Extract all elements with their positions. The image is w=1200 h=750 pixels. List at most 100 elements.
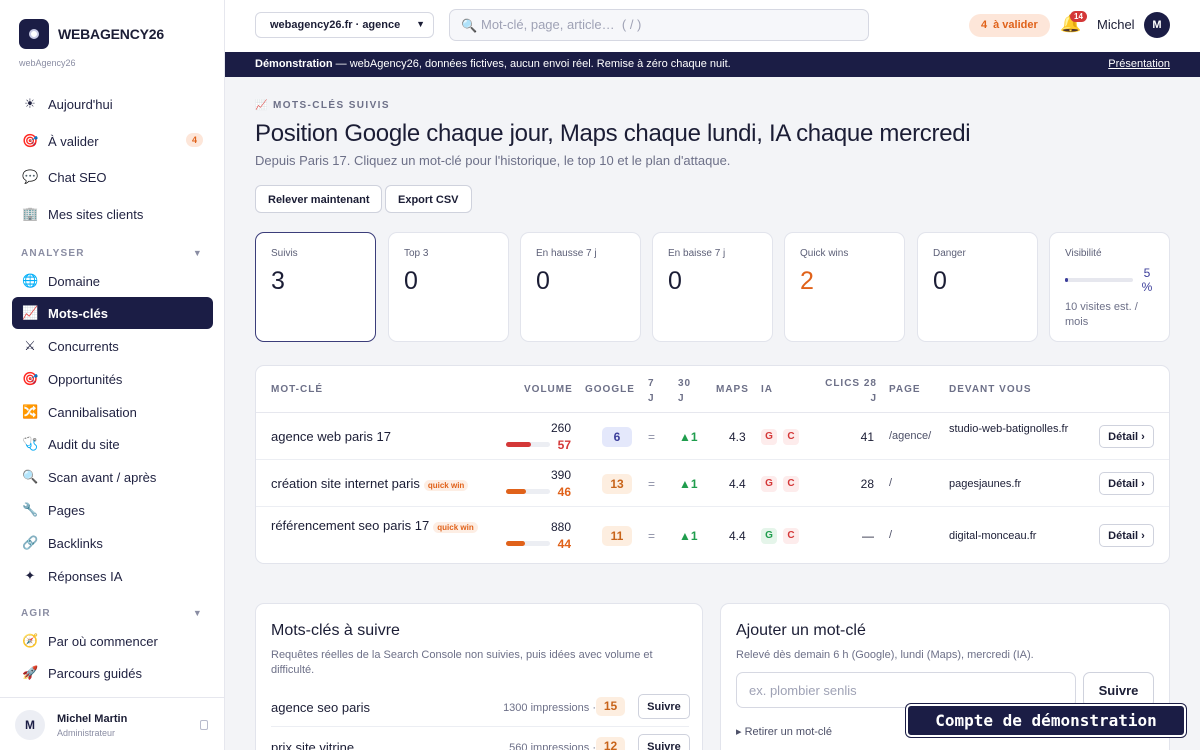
- suggestion-position: 12: [596, 737, 625, 750]
- kpi-card[interactable]: En hausse 7 j 0: [520, 232, 641, 342]
- chart-up-icon: 📈: [22, 305, 39, 320]
- demo-banner: Démonstration — webAgency26, données fic…: [225, 52, 1200, 77]
- remove-keyword-toggle[interactable]: ▸ Retirer un mot-clé: [736, 725, 832, 738]
- search-box[interactable]: 🔍: [449, 9, 869, 41]
- detail-button[interactable]: Détail ›: [1099, 424, 1154, 448]
- avatar: M: [15, 710, 45, 740]
- sidebar-item[interactable]: 🔍 Scan avant / après: [12, 461, 213, 493]
- col-7d[interactable]: 7 J: [648, 376, 660, 406]
- col-clicks[interactable]: CLICS 28 J: [821, 376, 877, 406]
- kpi-label: Danger: [933, 248, 966, 259]
- sidebar-item[interactable]: 🩺 Audit du site: [12, 428, 213, 460]
- sidebar-item[interactable]: 🎯 Opportunités: [12, 363, 213, 395]
- kpi-label: Visibilité: [1065, 248, 1102, 259]
- col-page[interactable]: PAGE: [889, 382, 921, 397]
- table-row[interactable]: référencement seo paris 17 quick win 880 44…: [256, 507, 1169, 564]
- col-30d[interactable]: 30 J: [678, 376, 694, 406]
- google-position: 13: [602, 473, 632, 494]
- chat-icon: 💬: [22, 169, 39, 184]
- page-path[interactable]: /: [889, 477, 892, 489]
- kpi-card[interactable]: Top 3 0: [388, 232, 509, 342]
- export-csv-button[interactable]: Export CSV: [385, 185, 472, 213]
- page-subtitle: Depuis Paris 17. Cliquez un mot-clé pour…: [255, 153, 731, 168]
- detail-button[interactable]: Détail ›: [1099, 471, 1154, 495]
- search-icon: 🔍: [461, 18, 478, 33]
- col-ia[interactable]: IA: [761, 382, 773, 397]
- site-select[interactable]: webagency26.fr · agence ▼: [255, 12, 434, 38]
- add-keyword-button[interactable]: Suivre: [1083, 672, 1154, 708]
- keyword-text: agence web paris 17: [271, 428, 391, 444]
- sidebar-item[interactable]: ✦ Réponses IA: [12, 560, 213, 592]
- presentation-link[interactable]: Présentation: [1108, 58, 1170, 70]
- col-maps[interactable]: MAPS: [716, 382, 749, 397]
- sidebar-item[interactable]: 📈 Mots-clés: [12, 297, 213, 329]
- section-agir[interactable]: AGIR ▼: [21, 608, 203, 619]
- keyword-cell[interactable]: référencement seo paris 17 quick win: [271, 516, 486, 538]
- demo-banner-bold: Démonstration: [255, 58, 333, 70]
- topbar: webagency26.fr · agence ▼ 🔍 4à valider 🔔…: [225, 0, 1200, 52]
- logout-icon[interactable]: [200, 720, 208, 730]
- sidebar-item[interactable]: 🔧 Pages: [12, 494, 213, 526]
- kpi-label: En baisse 7 j: [668, 248, 726, 259]
- col-keyword[interactable]: MOT-CLÉ: [271, 382, 323, 397]
- section-analyser[interactable]: ANALYSER ▼: [21, 248, 203, 259]
- detail-button[interactable]: Détail ›: [1099, 523, 1154, 547]
- follow-button[interactable]: Suivre: [638, 694, 690, 719]
- sidebar: WEBAGENCY26 webAgency26 ☀ Aujourd'hui 🎯 À v…: [0, 0, 225, 750]
- col-ahead[interactable]: DEVANT VOUS: [949, 382, 1032, 397]
- sidebar-item[interactable]: ⚔ Concurrents: [12, 330, 213, 362]
- top-user-name[interactable]: Michel: [1097, 17, 1135, 32]
- sidebar-item-label: Domaine: [48, 273, 101, 289]
- page-path[interactable]: /: [889, 529, 892, 541]
- kpi-value: 0: [404, 267, 418, 295]
- page-title: Position Google chaque jour, Maps chaque…: [255, 120, 971, 147]
- keyword-cell[interactable]: agence web paris 17: [271, 429, 391, 444]
- sidebar-item-label: Mots-clés: [48, 305, 108, 321]
- globe-icon: 🌐: [22, 273, 39, 288]
- link-icon: 🔗: [22, 535, 39, 550]
- kpi-visibility[interactable]: Visibilité 5 % 10 visites est. / mois: [1049, 232, 1170, 342]
- refresh-button[interactable]: Relever maintenant: [255, 185, 383, 213]
- kpi-card[interactable]: Quick wins 2: [784, 232, 905, 342]
- sidebar-item[interactable]: ☀ Aujourd'hui: [12, 88, 213, 120]
- sidebar-item[interactable]: 🔗 Backlinks: [12, 527, 213, 559]
- table-row[interactable]: création site internet paris quick win 390…: [256, 460, 1169, 507]
- suggestion-row: prix site vitrine 560 impressions · 12 Suiv…: [271, 730, 690, 750]
- to-validate-label: à valider: [993, 19, 1038, 31]
- to-validate-button[interactable]: 4 à valider: [969, 14, 1050, 37]
- visibility-note: 10 visites est. / mois: [1065, 301, 1138, 328]
- sidebar-item-label: Scan avant / après: [48, 469, 157, 485]
- suggestion-position: 15: [596, 697, 625, 716]
- sidebar-item[interactable]: 🎯 À valider 4: [12, 125, 213, 157]
- brand[interactable]: WEBAGENCY26: [19, 19, 164, 49]
- clicks-value: 41: [860, 429, 874, 444]
- sidebar-item[interactable]: 🧭 Par où commencer: [12, 625, 213, 657]
- add-keyword-input[interactable]: [736, 672, 1076, 708]
- kpi-card[interactable]: En baisse 7 j 0: [652, 232, 773, 342]
- col-google[interactable]: GOOGLE: [585, 382, 635, 397]
- suggestion-impressions: 1300 impressions ·: [503, 702, 596, 714]
- col-volume[interactable]: VOLUME: [524, 382, 573, 397]
- sidebar-item[interactable]: 🔀 Cannibalisation: [12, 396, 213, 428]
- suggestion-keyword: agence seo paris: [271, 700, 371, 715]
- row-divider: [271, 726, 689, 727]
- keyword-cell[interactable]: création site internet paris quick win: [271, 476, 469, 491]
- sidebar-item[interactable]: 🚀 Parcours guidés: [12, 657, 213, 689]
- search-input[interactable]: [481, 17, 851, 32]
- sidebar-item-label: Cannibalisation: [48, 404, 137, 420]
- sidebar-item[interactable]: 🌐 Domaine: [12, 265, 213, 297]
- add-keyword-desc: Relevé dès demain 6 h (Google), lundi (M…: [736, 649, 1034, 661]
- shuffle-icon: 🔀: [22, 404, 39, 419]
- kpi-card[interactable]: Danger 0: [917, 232, 1038, 342]
- sidebar-item[interactable]: 🏢 Mes sites clients: [12, 198, 213, 230]
- kpi-card[interactable]: Suivis 3: [255, 232, 376, 342]
- page-path[interactable]: /agence/: [889, 430, 931, 442]
- follow-button[interactable]: Suivre: [638, 734, 690, 750]
- table-row[interactable]: agence web paris 17 260 57 6 = ▲1 4.3 G C 41/agen…: [256, 413, 1169, 460]
- volume-value: 390: [550, 467, 571, 482]
- sidebar-item[interactable]: 💬 Chat SEO: [12, 161, 213, 193]
- compass-icon: 🧭: [22, 633, 39, 648]
- avatar[interactable]: M: [1144, 12, 1170, 38]
- page-eyebrow: 📈 MOTS-CLÉS SUIVIS: [255, 100, 390, 111]
- sidebar-user[interactable]: M Michel Martin Administrateur: [0, 697, 225, 750]
